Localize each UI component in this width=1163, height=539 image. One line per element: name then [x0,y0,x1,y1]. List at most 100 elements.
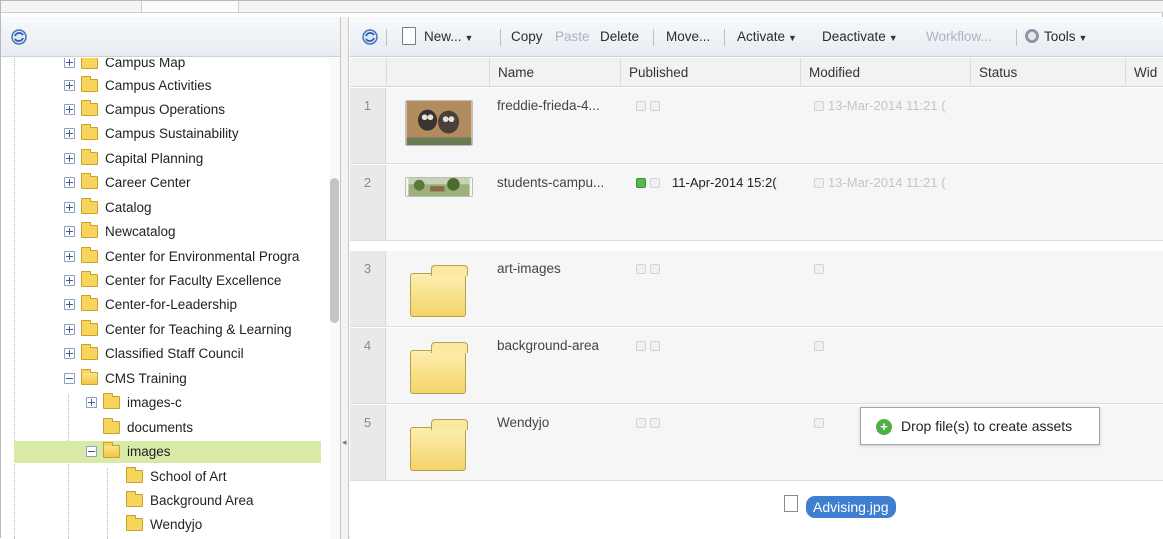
tree-item-center-teaching-learning[interactable]: Center for Teaching & Learning [1,319,329,341]
tree-item-label: CMS Training [105,371,187,386]
top-tab-strip [1,1,1163,13]
modified-status-icon [814,101,824,111]
published-date: 11-Apr-2014 15:2( [672,175,777,190]
tree-item-wendyjo[interactable]: Wendyjo [1,514,329,536]
expand-icon[interactable] [64,226,75,237]
tree-item-career-center[interactable]: Career Center [1,172,329,194]
deactivate-button-label: Deactivate [822,29,886,44]
tree-item-school-of-art[interactable]: School of Art [1,466,329,488]
modified-cell [814,338,828,353]
folder-icon [81,271,98,287]
tree-item-label: Center for Environmental Progra [105,249,300,264]
folder-icon [410,342,468,394]
publish-status-icon [636,341,646,351]
expand-icon[interactable] [64,275,75,286]
activate-button[interactable]: Activate ▼ [737,28,797,47]
publish-status-icon [636,101,646,111]
tree-scrollbar-thumb[interactable] [330,178,339,323]
toolbar-separator [724,29,725,46]
expand-icon[interactable] [64,177,75,188]
tree-item-center-faculty-excellence[interactable]: Center for Faculty Excellence [1,270,329,292]
tree-item-newcatalog[interactable]: Newcatalog [1,221,329,243]
expand-icon[interactable] [64,299,75,310]
tree-item-campus-map[interactable]: Campus Map [1,58,329,74]
published-cell [636,415,664,430]
tree-scrollbar[interactable] [329,58,340,539]
paste-button[interactable]: Paste [555,28,590,46]
publish-status-icon [636,178,646,188]
asset-name[interactable]: students-campu... [497,175,604,190]
copy-button[interactable]: Copy [511,28,543,46]
grid-column-header: Name Published Modified Status Wid [350,58,1163,87]
tree-item-images[interactable]: images [14,441,321,463]
collapse-icon[interactable] [86,446,97,457]
table-row[interactable]: 1 freddie-frieda-4... 13-Mar-2014 11:21 … [350,88,1163,164]
publish-status-icon [636,418,646,428]
new-button[interactable]: New... ▼ [424,28,473,47]
toolbar-separator [500,29,501,46]
column-header-name[interactable]: Name [489,58,620,87]
drop-files-tooltip: + Drop file(s) to create assets [860,407,1100,445]
tree-item-capital-planning[interactable]: Capital Planning [1,148,329,170]
asset-name[interactable]: Wendyjo [497,415,549,430]
table-row[interactable]: 2 students-campu... 11-Apr-2014 15:2( 13… [350,165,1163,241]
expand-icon[interactable] [64,128,75,139]
collapse-icon[interactable] [64,373,75,384]
tree-item-label: School of Art [150,469,227,484]
asset-name[interactable]: freddie-frieda-4... [497,98,600,113]
deactivate-button[interactable]: Deactivate ▼ [822,28,898,47]
collapse-arrow-icon[interactable]: ◂ [342,437,347,448]
column-header-published[interactable]: Published [620,58,800,87]
modified-status-icon [814,418,824,428]
tree-item-campus-operations[interactable]: Campus Operations [1,99,329,121]
expand-icon[interactable] [64,202,75,213]
tree-item-campus-sustainability[interactable]: Campus Sustainability [1,123,329,145]
new-document-icon[interactable] [402,27,416,45]
expand-icon[interactable] [64,348,75,359]
folder-icon [81,320,98,336]
tree-item-background-area[interactable]: Background Area [1,490,329,512]
tree-item-center-for-leadership[interactable]: Center-for-Leadership [1,294,329,316]
panel-splitter[interactable]: ◂ [341,17,349,539]
publish-status-icon [650,264,660,274]
top-tab[interactable] [141,1,239,13]
row-number: 2 [350,165,386,240]
expand-icon[interactable] [64,104,75,115]
column-header-modified[interactable]: Modified [800,58,970,87]
image-thumbnail [405,177,473,197]
tree-item-campus-activities[interactable]: Campus Activities [1,75,329,97]
asset-name[interactable]: background-area [497,338,599,353]
delete-button[interactable]: Delete [600,28,639,46]
column-header-width[interactable]: Wid [1125,58,1163,87]
expand-icon[interactable] [64,80,75,91]
modified-cell [814,261,828,276]
expand-icon[interactable] [64,324,75,335]
refresh-icon[interactable] [361,28,379,46]
expand-icon[interactable] [64,58,75,68]
cms-window: Campus Map Campus Activities Campus Oper… [0,0,1163,539]
column-header-status[interactable]: Status [970,58,1125,87]
add-plus-icon: + [876,419,892,435]
tree-item-cms-training[interactable]: CMS Training [1,368,329,390]
workflow-button[interactable]: Workflow... [926,28,992,46]
tree-item-label: documents [127,420,194,435]
expand-icon[interactable] [86,397,97,408]
expand-icon[interactable] [64,251,75,262]
expand-icon[interactable] [64,153,75,164]
move-button[interactable]: Move... [666,28,710,46]
tree-item-catalog[interactable]: Catalog [1,197,329,219]
tree-item-documents[interactable]: documents [1,417,329,439]
tree-item-images-c[interactable]: images-c [1,392,329,414]
file-icon [784,495,798,512]
tools-gear-icon[interactable] [1025,29,1039,43]
publish-status-icon [650,178,660,188]
refresh-icon[interactable] [10,28,28,46]
tools-button[interactable]: Tools ▼ [1044,28,1087,47]
asset-name[interactable]: art-images [497,261,561,276]
tree-item-classified-staff-council[interactable]: Classified Staff Council [1,343,329,365]
table-row[interactable]: 3 art-images [350,251,1163,327]
tree-item-center-environmental[interactable]: Center for Environmental Progra [1,246,329,268]
table-row[interactable]: 4 background-area [350,328,1163,404]
folder-icon [81,100,98,116]
publish-status-icon [636,264,646,274]
